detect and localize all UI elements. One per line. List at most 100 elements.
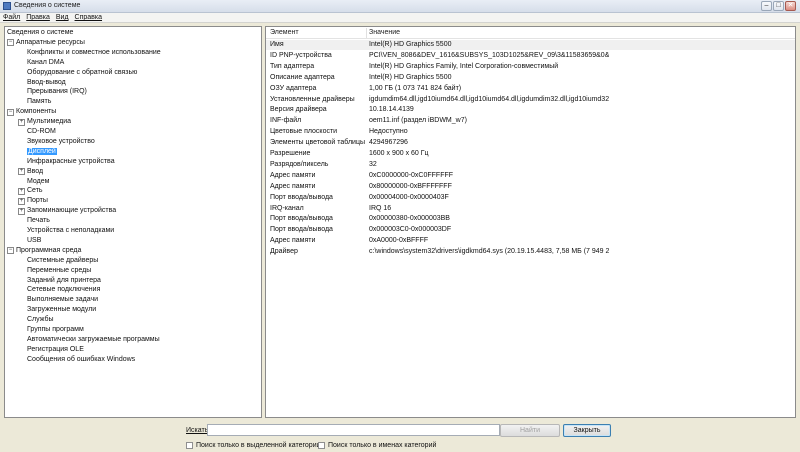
details-row[interactable]: Разрядов/пиксель 32: [266, 160, 795, 170]
details-row[interactable]: Адрес памяти 0xA0000-0xBFFFF: [266, 236, 795, 246]
details-row[interactable]: Тип адаптера Intel(R) HD Graphics Family,…: [266, 62, 795, 72]
details-row[interactable]: Порт ввода/вывода 0x000003C0-0x000003DF: [266, 225, 795, 235]
details-row[interactable]: Разрешение 1600 x 900 x 60 Гц: [266, 149, 795, 159]
tree-item[interactable]: Оборудование с обратной связью: [27, 68, 137, 78]
tree-item[interactable]: − Аппаратные ресурсы: [7, 38, 85, 48]
tree-item[interactable]: Конфликты и совместное использование: [27, 48, 161, 58]
tree-item[interactable]: Службы: [27, 315, 54, 325]
tree-item[interactable]: USB: [27, 236, 41, 246]
details-key: INF-файл: [270, 117, 302, 125]
tree-item[interactable]: Модем: [27, 177, 49, 187]
tree-item[interactable]: Канал DMA: [27, 58, 64, 68]
maximize-button[interactable]: □: [773, 1, 784, 11]
details-key: Порт ввода/вывода: [270, 215, 333, 223]
tree-item[interactable]: Группы программ: [27, 325, 84, 335]
details-value: 0xA0000-0xBFFFF: [369, 237, 429, 245]
tree-item[interactable]: Дисплей: [27, 147, 57, 157]
tree-item[interactable]: Ввод-вывод: [27, 78, 66, 88]
collapse-icon[interactable]: −: [7, 39, 14, 47]
tree-item[interactable]: − Программная среда: [7, 246, 81, 256]
tree-item[interactable]: Инфракрасные устройства: [27, 157, 115, 167]
expand-icon[interactable]: +: [18, 197, 25, 205]
expand-icon[interactable]: +: [18, 207, 25, 215]
tree-item[interactable]: Сообщения об ошибках Windows: [27, 355, 135, 365]
tree-item-label: Компоненты: [16, 108, 57, 116]
details-row[interactable]: Адрес памяти 0x80000000-0xBFFFFFFF: [266, 182, 795, 192]
tree-item[interactable]: Регистрация OLE: [27, 345, 84, 355]
tree-item[interactable]: Звуковое устройство: [27, 137, 95, 147]
tree-item-label: Печать: [27, 217, 50, 225]
tree-item-label: Конфликты и совместное использование: [27, 48, 161, 56]
find-button[interactable]: Найти: [500, 424, 560, 437]
column-header-value[interactable]: Значение: [369, 29, 400, 36]
tree-item[interactable]: Загруженные модули: [27, 305, 96, 315]
search-category-names-option[interactable]: Поиск только в именах категорий: [318, 442, 436, 449]
tree-item[interactable]: + Сеть: [18, 186, 43, 196]
tree-item[interactable]: Переменные среды: [27, 266, 91, 276]
tree-item[interactable]: + Запоминающие устройства: [18, 206, 116, 216]
minimize-button[interactable]: –: [761, 1, 772, 11]
tree-item[interactable]: Выполняемые задачи: [27, 295, 98, 305]
tree-item-label: Сеть: [27, 187, 43, 195]
details-row[interactable]: Драйвер c:\windows\system32\drivers\igdkm…: [266, 247, 795, 257]
details-value: 32: [369, 160, 377, 168]
details-value: Intel(R) HD Graphics 5500: [369, 41, 452, 48]
tree-item-label: Выполняемые задачи: [27, 296, 99, 304]
details-row[interactable]: ID PNP-устройства PCI\VEN_8086&DEV_1616&S…: [266, 51, 795, 61]
details-value: c:\windows\system32\drivers\igdkmd64.sys…: [369, 248, 609, 256]
tree-item[interactable]: Печать: [27, 216, 50, 226]
expand-icon[interactable]: +: [18, 187, 25, 195]
details-row[interactable]: Версия драйвера 10.18.14.4139: [266, 105, 795, 115]
close-window-button[interactable]: ✕: [785, 1, 796, 11]
search-input[interactable]: [207, 424, 500, 436]
details-key: IRQ-канал: [270, 204, 304, 212]
details-row[interactable]: Цветовые плоскости Недоступно: [266, 127, 795, 137]
collapse-icon[interactable]: −: [7, 108, 14, 116]
tree-item[interactable]: Автоматически загружаемые программы: [27, 335, 160, 345]
details-row[interactable]: Описание адаптера Intel(R) HD Graphics 55…: [266, 73, 795, 83]
menu-file[interactable]: Файл: [3, 14, 20, 21]
tree-item[interactable]: Память: [27, 97, 51, 107]
details-row[interactable]: Установленные драйверы igdumdim64.dll,igd…: [266, 95, 795, 105]
menu-help[interactable]: Справка: [75, 14, 102, 21]
tree-item[interactable]: Сетевые подключения: [27, 285, 100, 295]
expand-icon[interactable]: +: [18, 168, 25, 176]
tree-item[interactable]: − Компоненты: [7, 107, 56, 117]
close-button[interactable]: Закрыть: [563, 424, 611, 437]
tree-item-label: Загруженные модули: [27, 306, 97, 314]
tree-item[interactable]: + Мультимедиа: [18, 117, 71, 127]
tree-item[interactable]: Заданий для принтера: [27, 276, 101, 286]
details-row[interactable]: Имя Intel(R) HD Graphics 5500: [266, 40, 795, 50]
checkbox-label: Поиск только в именах категорий: [328, 442, 437, 449]
category-tree[interactable]: Сведения о системе − Аппаратные ресурсы Кон…: [4, 26, 262, 418]
tree-item[interactable]: Сведения о системе: [7, 28, 73, 38]
details-row[interactable]: IRQ-канал IRQ 16: [266, 204, 795, 214]
details-row[interactable]: INF-файл oem11.inf (раздел iBDWM_w7): [266, 116, 795, 126]
column-header-element[interactable]: Элемент: [270, 29, 299, 36]
tree-item-label: Прерывания (IRQ): [27, 88, 87, 96]
collapse-icon[interactable]: −: [7, 247, 14, 255]
details-row[interactable]: ОЗУ адаптера 1,00 ГБ (1 073 741 824 байт): [266, 84, 795, 94]
details-row[interactable]: Адрес памяти 0xC0000000-0xC0FFFFFF: [266, 171, 795, 181]
tree-item-label: Службы: [27, 316, 54, 324]
tree-item[interactable]: Устройства с неполадками: [27, 226, 114, 236]
details-key: Разрядов/пиксель: [270, 160, 329, 168]
tree-item-label: CD-ROM: [27, 128, 56, 135]
tree-item[interactable]: Прерывания (IRQ): [27, 87, 87, 97]
checkbox[interactable]: [318, 442, 325, 449]
menu-edit[interactable]: Правка: [26, 14, 50, 21]
tree-item[interactable]: + Ввод: [18, 167, 43, 177]
tree-item[interactable]: + Порты: [18, 196, 48, 206]
details-row[interactable]: Порт ввода/вывода 0x00004000-0x0000403F: [266, 193, 795, 203]
checkbox[interactable]: [186, 442, 193, 449]
search-selected-category-option[interactable]: Поиск только в выделенной категории: [186, 442, 321, 449]
details-key: Разрешение: [270, 150, 311, 157]
tree-item[interactable]: CD-ROM: [27, 127, 56, 137]
menu-view[interactable]: Вид: [56, 14, 69, 21]
expand-icon[interactable]: +: [18, 118, 25, 126]
details-row[interactable]: Порт ввода/вывода 0x00000380-0x000003BB: [266, 214, 795, 224]
tree-item[interactable]: Системные драйверы: [27, 256, 98, 266]
details-row[interactable]: Элементы цветовой таблицы 4294967296: [266, 138, 795, 148]
tree-item-label: Сообщения об ошибках Windows: [27, 355, 136, 363]
menu-bar: Файл Правка Вид Справка: [0, 13, 800, 23]
